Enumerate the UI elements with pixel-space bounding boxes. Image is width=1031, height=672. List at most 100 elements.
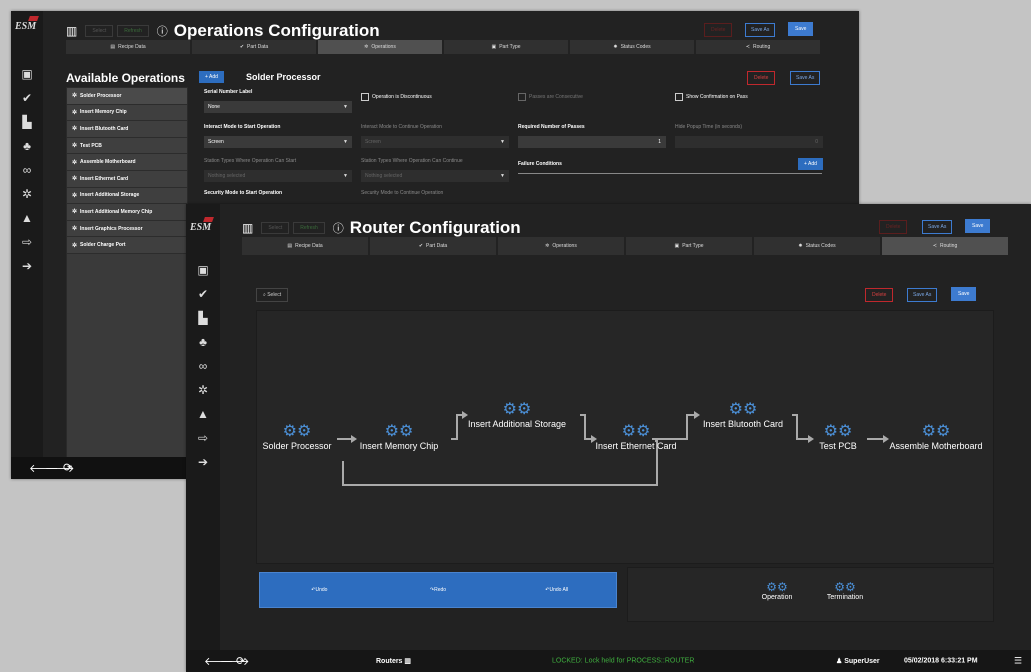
- factory-icon[interactable]: ▙: [186, 306, 220, 330]
- delete-button[interactable]: Delete: [879, 220, 908, 234]
- tab-recipe-data[interactable]: ▤ Recipe Data: [242, 237, 368, 255]
- refresh-icon[interactable]: ⟳: [63, 461, 72, 474]
- bug-icon: ✸: [613, 44, 618, 50]
- esm-logo: ESM: [15, 16, 39, 32]
- legend-operation[interactable]: ⚙⚙ Operation: [762, 580, 793, 601]
- flow-node-insert-additional-storage[interactable]: ⚙⚙ Insert Additional Storage: [468, 399, 566, 429]
- delete-router-button[interactable]: Delete: [865, 288, 894, 302]
- image-icon: ▣: [674, 243, 680, 249]
- flow-node-insert-ethernet-card[interactable]: ⚙⚙ Insert Ethernet Card: [595, 421, 676, 451]
- save-as-operation-button[interactable]: Save As: [790, 71, 821, 85]
- add-operation-button[interactable]: + Add: [199, 71, 224, 83]
- gear-icon[interactable]: ✲: [186, 378, 220, 402]
- sitemap-icon[interactable]: ♣: [186, 330, 220, 354]
- gears-icon: ✲: [72, 126, 78, 133]
- tab-part-type[interactable]: ▣ Part Type: [626, 237, 752, 255]
- tab-part-data[interactable]: ✔ Part Data: [370, 237, 496, 255]
- check-circle-icon: ✔: [239, 44, 245, 50]
- list-item[interactable]: ✲ Solder Processor: [67, 88, 187, 105]
- operation-discontinuous-checkbox[interactable]: Operation is Discontinuous: [361, 93, 432, 101]
- tab-operations[interactable]: ✲ Operations: [498, 237, 624, 255]
- serial-number-select[interactable]: None ▼: [203, 100, 353, 114]
- sign-out-icon[interactable]: ⇨: [186, 426, 220, 450]
- info-icon[interactable]: ⓘ: [157, 23, 168, 39]
- arrow-right-icon[interactable]: ➔: [11, 254, 43, 278]
- list-item[interactable]: ✲ Solder Charge Port: [67, 237, 187, 254]
- route-connector-6: [681, 414, 694, 440]
- link-icon[interactable]: ∞: [11, 158, 43, 182]
- delete-button[interactable]: Delete: [704, 23, 733, 37]
- tab-part-type[interactable]: ▣ Part Type: [444, 40, 568, 54]
- delete-operation-button[interactable]: Delete: [747, 71, 776, 85]
- required-passes-input[interactable]: 1: [517, 135, 667, 149]
- warning-icon[interactable]: ▲: [186, 402, 220, 426]
- save-as-button[interactable]: Save As: [922, 220, 953, 234]
- tab-routing[interactable]: ≺ Routing: [696, 40, 820, 54]
- image-icon[interactable]: ▣: [186, 258, 220, 282]
- factory-icon[interactable]: ▙: [11, 110, 43, 134]
- redo-button[interactable]: ↷ Redo: [379, 573, 498, 607]
- undo-button[interactable]: ↶ Undo: [260, 573, 379, 607]
- save-as-router-button[interactable]: Save As: [907, 288, 938, 302]
- tab-part-data[interactable]: ✔ Part Data: [192, 40, 316, 54]
- flow-node-insert-memory-chip[interactable]: ⚙⚙ Insert Memory Chip: [360, 421, 439, 451]
- link-icon[interactable]: ∞: [186, 354, 220, 378]
- passes-consecutive-checkbox[interactable]: Passes are Consecutive: [518, 93, 583, 101]
- select-button[interactable]: Select: [85, 25, 114, 37]
- search-button[interactable]: ⌕ Select: [256, 288, 289, 302]
- list-item[interactable]: ✲ Insert Graphics Processor: [67, 220, 187, 238]
- list-item[interactable]: ✲ Insert Blutooth Card: [67, 121, 187, 138]
- module-name: Routers ▥: [376, 658, 412, 665]
- sliders-icon[interactable]: ☰: [1014, 656, 1022, 667]
- info-icon[interactable]: ⓘ: [333, 220, 344, 236]
- list-item[interactable]: ✲ Insert Additional Memory Chip: [67, 204, 187, 221]
- status-bar: 🡐 🡒 ⟳ Routers ▥ LOCKED: Lock held for PR…: [186, 650, 1031, 672]
- flow-node-assemble-motherboard[interactable]: ⚙⚙ Assemble Motherboard: [889, 421, 982, 451]
- show-confirmation-checkbox[interactable]: Show Confirmation on Pass: [675, 93, 748, 101]
- tab-operations[interactable]: ✲ Operations: [318, 40, 442, 54]
- refresh-icon[interactable]: ⟳: [236, 655, 245, 668]
- undo-all-button[interactable]: ↶ Undo All: [497, 573, 616, 607]
- sitemap-icon[interactable]: ♣: [11, 134, 43, 158]
- chevron-down-icon: ▼: [343, 139, 348, 145]
- add-failure-button[interactable]: + Add: [798, 158, 823, 170]
- refresh-button[interactable]: Refresh: [117, 25, 149, 37]
- interact-start-select[interactable]: Screen ▼: [203, 135, 353, 149]
- list-item[interactable]: ✲ Insert Additional Storage: [67, 187, 187, 205]
- image-icon[interactable]: ▣: [11, 62, 43, 86]
- save-as-button[interactable]: Save As: [745, 23, 776, 37]
- list-item[interactable]: ✲ Assemble Motherboard: [67, 154, 187, 171]
- station-start-select[interactable]: Nothing selected ▼: [203, 169, 353, 183]
- tab-status-codes[interactable]: ✸ Status Codes: [754, 237, 880, 255]
- hide-popup-input[interactable]: 0: [674, 135, 824, 149]
- station-continue-select[interactable]: Nothing selected ▼: [360, 169, 510, 183]
- arrow-right-icon[interactable]: ➔: [186, 450, 220, 474]
- select-button[interactable]: Select: [261, 222, 290, 234]
- check-circle-icon[interactable]: ✔: [186, 282, 220, 306]
- list-item[interactable]: ✲ Insert Ethernet Card: [67, 170, 187, 188]
- flow-node-insert-blutooth-card[interactable]: ⚙⚙ Insert Blutooth Card: [703, 399, 783, 429]
- route-connector-4: [580, 414, 591, 440]
- check-circle-icon[interactable]: ✔: [11, 86, 43, 110]
- tab-routing[interactable]: ≺ Routing: [882, 237, 1008, 255]
- gear-icon[interactable]: ✲: [11, 182, 43, 206]
- legend-termination[interactable]: ⚙⚙ Termination: [827, 580, 863, 601]
- save-button[interactable]: Save: [788, 22, 814, 36]
- flow-node-test-pcb[interactable]: ⚙⚙ Test PCB: [819, 421, 857, 451]
- interact-continue-select[interactable]: Screen ▼: [360, 135, 510, 149]
- refresh-button[interactable]: Refresh: [293, 222, 325, 234]
- save-router-button[interactable]: Save: [951, 287, 977, 301]
- warning-icon[interactable]: ▲: [11, 206, 43, 230]
- save-button[interactable]: Save: [965, 219, 991, 233]
- flow-node-solder-processor[interactable]: ⚙⚙ Solder Processor: [262, 421, 331, 451]
- tab-status-codes[interactable]: ✸ Status Codes: [570, 40, 694, 54]
- gears-icon: ✲: [72, 226, 78, 233]
- gears-icon: ⚙⚙: [621, 423, 651, 440]
- list-item[interactable]: ✲ Test PCB: [67, 137, 187, 155]
- tab-recipe-data[interactable]: ▤ Recipe Data: [66, 40, 190, 54]
- gears-icon: ✲: [72, 209, 78, 216]
- list-item[interactable]: ✲ Insert Memory Chip: [67, 104, 187, 122]
- sign-out-icon[interactable]: ⇨: [11, 230, 43, 254]
- router-window: ESM ▣ ✔ ▙ ♣ ∞ ✲ ▲ ⇨ ➔ ▥ Select Refresh ⓘ…: [186, 204, 1031, 672]
- routing-canvas[interactable]: ⚙⚙ Solder Processor ⚙⚙ Insert Memory Chip …: [256, 310, 994, 564]
